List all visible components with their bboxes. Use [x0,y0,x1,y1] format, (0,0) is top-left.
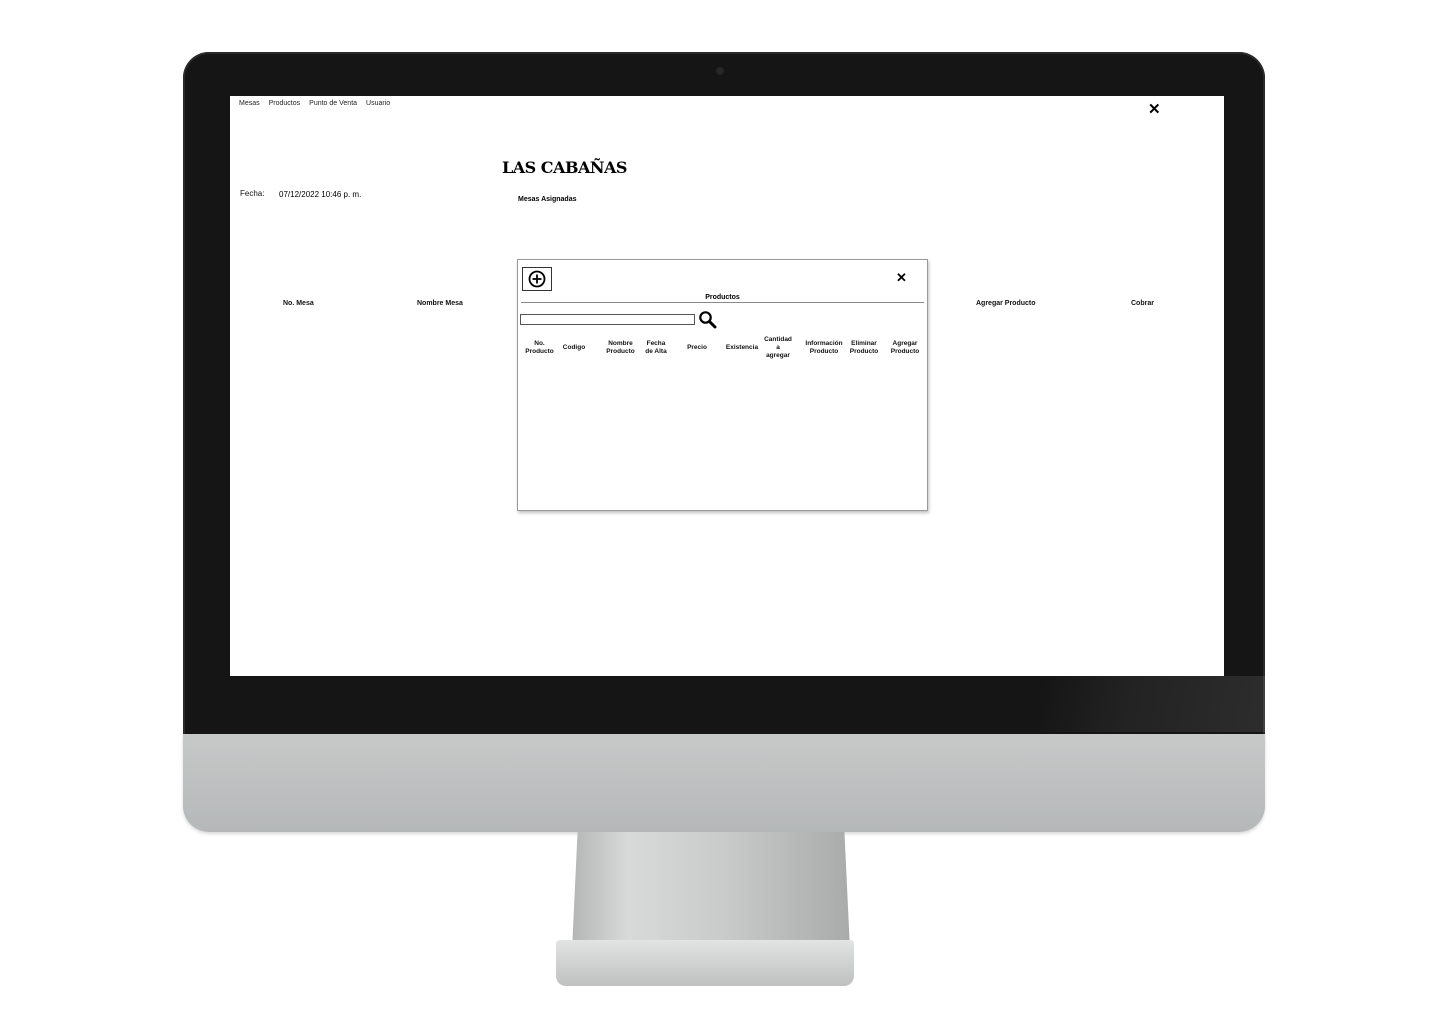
bezel-reflection [1040,676,1265,732]
column-header-precio: Precio [687,344,707,351]
column-header-eliminar-producto: Eliminar Producto [849,340,879,355]
column-header-codigo: Codigo [562,344,586,351]
menu-bar: Mesas Productos Punto de Venta Usuario [239,100,390,107]
date-value: 07/12/2022 10:46 p. m. [279,190,362,199]
monitor-stand [572,832,850,950]
products-dialog: ✕ Productos No. Producto Codigo Nombre P… [517,259,928,511]
dialog-title: Productos [705,294,740,301]
date-label: Fecha: [240,189,265,198]
column-header-cobrar: Cobrar [1131,300,1154,307]
search-input[interactable] [520,314,695,325]
column-header-nombre-mesa: Nombre Mesa [417,300,463,307]
column-header-nombre-producto: Nombre Producto [606,340,635,355]
column-header-informacion-producto: Información Producto [805,340,843,355]
column-header-cantidad-agregar: Cantidad a agregar [764,336,792,359]
menu-item-punto-de-venta[interactable]: Punto de Venta [309,100,357,107]
add-product-button[interactable] [522,267,552,291]
monitor-chin [183,734,1265,832]
menu-item-mesas[interactable]: Mesas [239,100,260,107]
menu-item-productos[interactable]: Productos [269,100,301,107]
column-header-no-producto: No. Producto [525,340,554,355]
camera-dot [716,67,724,75]
column-header-no-mesa: No. Mesa [283,300,314,307]
plus-circle-icon [528,270,546,288]
menu-item-usuario[interactable]: Usuario [366,100,390,107]
column-header-existencia: Existencia [725,344,759,351]
mesas-asignadas-label: Mesas Asignadas [518,196,577,203]
app-window: Mesas Productos Punto de Venta Usuario ✕… [230,96,1224,676]
column-header-agregar-producto: Agregar Producto [890,340,920,355]
dialog-close-icon[interactable]: ✕ [896,270,907,286]
divider [521,302,924,303]
window-close-icon[interactable]: ✕ [1148,100,1161,118]
app-title: LAS CABAÑAS [502,158,627,177]
column-header-fecha-alta: Fecha de Alta [645,340,667,355]
column-header-agregar-producto: Agregar Producto [976,300,1036,307]
monitor-stand-base [556,940,854,986]
search-icon[interactable] [698,310,717,329]
